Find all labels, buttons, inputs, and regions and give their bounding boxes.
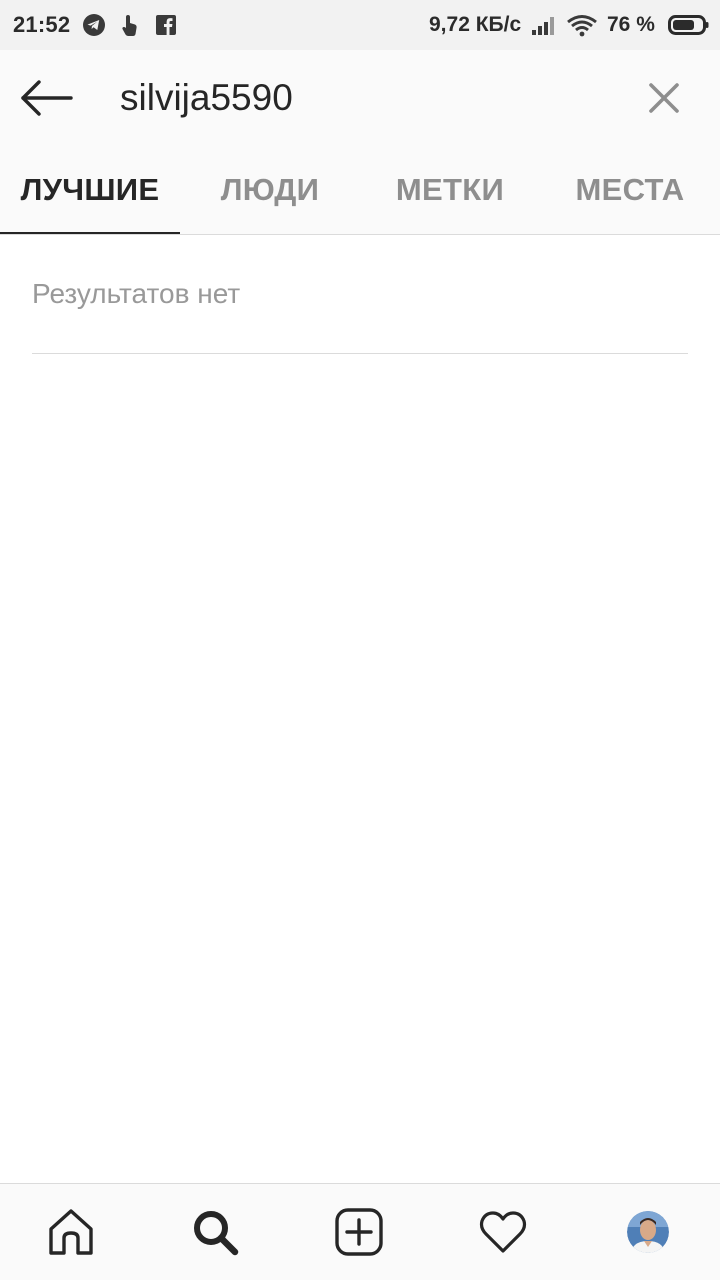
battery-percent: 76 %	[607, 13, 655, 36]
back-arrow-icon	[21, 80, 73, 116]
add-post-icon	[335, 1208, 383, 1256]
nav-add-post[interactable]	[331, 1204, 387, 1260]
screen: 21:52 9,72 КБ/с 76 % silvija5590 ЛУЧШИЕ …	[0, 0, 720, 1280]
close-icon	[649, 83, 679, 113]
back-button[interactable]	[14, 72, 80, 124]
search-icon	[194, 1211, 239, 1256]
home-icon	[49, 1209, 93, 1255]
facebook-icon	[154, 13, 178, 37]
battery-icon	[668, 13, 710, 37]
no-results-message: Результатов нет	[32, 278, 241, 309]
active-tab-indicator	[0, 232, 180, 234]
nav-profile[interactable]	[620, 1204, 676, 1260]
touch-icon	[118, 13, 142, 37]
nav-activity[interactable]	[475, 1204, 531, 1260]
wifi-icon	[566, 13, 598, 37]
search-input[interactable]: silvija5590	[120, 76, 293, 120]
network-speed: 9,72 КБ/с	[429, 13, 522, 36]
activity-heart-icon	[479, 1211, 527, 1253]
bottom-nav	[0, 1183, 720, 1280]
status-bar: 21:52 9,72 КБ/с 76 %	[0, 0, 720, 50]
clear-search-button[interactable]	[640, 74, 688, 122]
search-header: silvija5590	[0, 50, 720, 146]
nav-home[interactable]	[43, 1204, 99, 1260]
signal-icon	[530, 13, 558, 37]
search-tabs: ЛУЧШИЕ ЛЮДИ МЕТКИ МЕСТА	[0, 146, 720, 235]
telegram-icon	[82, 13, 106, 37]
tab-places[interactable]: МЕСТА	[540, 146, 720, 234]
nav-search[interactable]	[187, 1204, 243, 1260]
profile-avatar	[627, 1211, 669, 1253]
tab-people[interactable]: ЛЮДИ	[180, 146, 360, 234]
tab-tags[interactable]: МЕТКИ	[360, 146, 540, 234]
tab-top[interactable]: ЛУЧШИЕ	[0, 146, 180, 234]
status-time: 21:52	[13, 12, 71, 37]
results-divider	[32, 353, 688, 354]
